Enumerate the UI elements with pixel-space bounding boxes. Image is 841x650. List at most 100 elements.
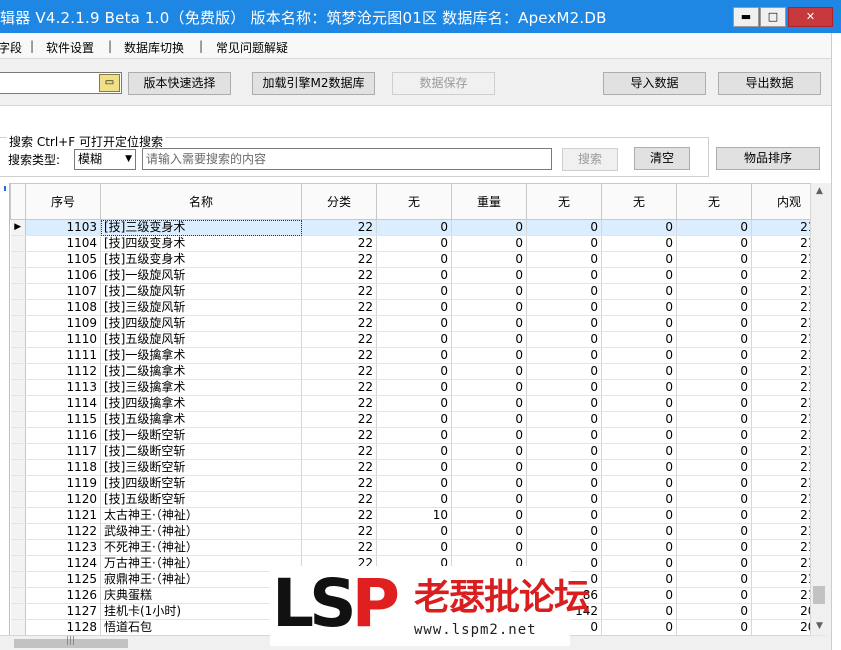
cell-value[interactable]: 0 (526, 363, 602, 380)
row-header[interactable] (10, 491, 26, 508)
table-row[interactable]: 1118[技]三级断空斩2200000210 (10, 459, 827, 476)
load-database-button[interactable]: 加载引擎M2数据库 (252, 72, 375, 95)
vertical-scrollbar[interactable]: ▲ ▼ (810, 183, 827, 635)
clear-button[interactable]: 清空 (634, 147, 690, 170)
cell-value[interactable]: 0 (451, 459, 527, 476)
cell-value[interactable]: 0 (376, 539, 452, 556)
cell-value[interactable]: 22 (301, 235, 377, 252)
cell-value[interactable]: 0 (451, 331, 527, 348)
cell-value[interactable]: 0 (451, 539, 527, 556)
cell-value[interactable]: 0 (601, 523, 677, 540)
row-header[interactable] (10, 411, 26, 428)
cell-value[interactable]: 0 (451, 507, 527, 524)
cell-value[interactable]: 22 (301, 267, 377, 284)
cell-value[interactable]: 1109 (25, 315, 101, 332)
cell-value[interactable]: 0 (376, 235, 452, 252)
cell-value[interactable]: 1119 (25, 475, 101, 492)
cell-value[interactable]: 0 (451, 379, 527, 396)
cell-value[interactable]: 1126 (25, 587, 101, 604)
table-row[interactable]: 1112[技]二级擒拿术2200000210 (10, 363, 827, 380)
cell-value[interactable]: 0 (376, 411, 452, 428)
search-button[interactable]: 搜索 (562, 148, 618, 171)
cell-value[interactable]: 0 (526, 283, 602, 300)
cell-value[interactable]: 0 (376, 427, 452, 444)
cell-value[interactable]: 1115 (25, 411, 101, 428)
maximize-button[interactable]: □ (760, 7, 786, 27)
cell-value[interactable]: 0 (676, 619, 752, 636)
column-header[interactable]: 无 (376, 183, 452, 220)
cell-value[interactable]: 0 (526, 267, 602, 284)
cell-value[interactable]: 0 (526, 539, 602, 556)
cell-value[interactable]: 22 (301, 331, 377, 348)
cell-value[interactable]: 22 (301, 219, 377, 236)
cell-value[interactable]: 1128 (25, 619, 101, 636)
cell-value[interactable]: 0 (526, 491, 602, 508)
cell-value[interactable]: 0 (601, 619, 677, 636)
table-row[interactable]: 1111[技]一级擒拿术2200000210 (10, 347, 827, 364)
cell-value[interactable]: 1118 (25, 459, 101, 476)
cell-value[interactable]: 0 (451, 219, 527, 236)
cell-value[interactable]: 22 (301, 491, 377, 508)
cell-value[interactable]: 22 (301, 347, 377, 364)
table-row[interactable]: 1108[技]三级旋风斩2200000210 (10, 299, 827, 316)
cell-value[interactable]: 0 (376, 315, 452, 332)
cell-name[interactable]: [技]五级擒拿术 (100, 411, 302, 428)
table-row[interactable]: 1110[技]五级旋风斩2200000210 (10, 331, 827, 348)
cell-value[interactable]: 22 (301, 315, 377, 332)
row-header[interactable] (10, 459, 26, 476)
cell-value[interactable]: 0 (601, 491, 677, 508)
cell-value[interactable]: 0 (676, 459, 752, 476)
cell-value[interactable]: 1121 (25, 507, 101, 524)
column-header[interactable]: 重量 (451, 183, 527, 220)
row-header[interactable] (10, 235, 26, 252)
cell-value[interactable]: 22 (301, 523, 377, 540)
cell-value[interactable]: 0 (676, 267, 752, 284)
cell-value[interactable]: 0 (526, 523, 602, 540)
cell-value[interactable]: 0 (601, 475, 677, 492)
cell-value[interactable]: 22 (301, 411, 377, 428)
row-header[interactable] (10, 507, 26, 524)
cell-value[interactable]: 0 (601, 443, 677, 460)
cell-value[interactable]: 0 (376, 283, 452, 300)
cell-value[interactable]: 0 (676, 571, 752, 588)
cell-value[interactable]: 0 (451, 491, 527, 508)
vertical-scroll-thumb[interactable] (813, 586, 825, 604)
row-header[interactable] (10, 523, 26, 540)
import-data-button[interactable]: 导入数据 (603, 72, 706, 95)
cell-value[interactable]: 0 (676, 219, 752, 236)
cell-value[interactable]: 0 (376, 491, 452, 508)
cell-value[interactable]: 0 (376, 363, 452, 380)
cell-value[interactable]: 0 (601, 267, 677, 284)
cell-value[interactable]: 0 (376, 475, 452, 492)
cell-value[interactable]: 0 (601, 571, 677, 588)
cell-value[interactable]: 1123 (25, 539, 101, 556)
table-row[interactable]: 1123不死神王·（神祉）2200000210 (10, 539, 827, 556)
cell-value[interactable]: 0 (601, 347, 677, 364)
table-row[interactable]: 1119[技]四级断空斩2200000210 (10, 475, 827, 492)
cell-value[interactable]: 0 (601, 587, 677, 604)
cell-value[interactable]: 1111 (25, 347, 101, 364)
table-row[interactable]: 1113[技]三级擒拿术2200000210 (10, 379, 827, 396)
cell-value[interactable]: 1125 (25, 571, 101, 588)
cell-value[interactable]: 0 (601, 283, 677, 300)
cell-value[interactable]: 22 (301, 283, 377, 300)
cell-value[interactable]: 0 (676, 587, 752, 604)
cell-value[interactable]: 0 (526, 379, 602, 396)
row-header[interactable] (10, 251, 26, 268)
cell-value[interactable]: 0 (676, 507, 752, 524)
row-header[interactable] (10, 539, 26, 556)
cell-value[interactable]: 0 (676, 347, 752, 364)
cell-value[interactable]: 1120 (25, 491, 101, 508)
cell-value[interactable]: 0 (376, 299, 452, 316)
cell-name[interactable]: 武级神王·（神祉） (100, 523, 302, 540)
cell-value[interactable]: 0 (451, 315, 527, 332)
cell-value[interactable]: 0 (451, 283, 527, 300)
row-header[interactable] (10, 267, 26, 284)
cell-name[interactable]: [技]三级旋风斩 (100, 299, 302, 316)
cell-value[interactable]: 0 (601, 395, 677, 412)
cell-value[interactable]: 0 (601, 507, 677, 524)
cell-value[interactable]: 0 (451, 251, 527, 268)
column-header[interactable]: 无 (601, 183, 677, 220)
export-data-button[interactable]: 导出数据 (718, 72, 821, 95)
row-header[interactable] (10, 363, 26, 380)
